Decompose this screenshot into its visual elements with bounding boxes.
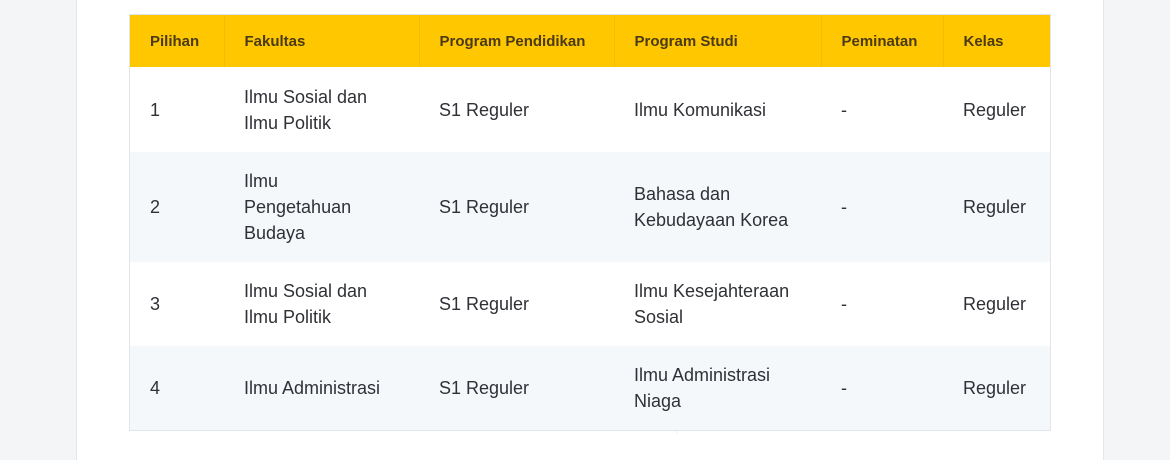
table-row: 1 Ilmu Sosial dan Ilmu Politik S1 Regule… <box>130 67 1050 152</box>
cell-program-studi: Ilmu Kesejahteraan Sosial <box>634 281 790 327</box>
header-kelas: Kelas <box>963 32 1004 50</box>
table-row: 4 Ilmu Administrasi S1 Reguler Ilmu Admi… <box>130 346 1050 430</box>
cell-pilihan: 3 <box>150 294 161 314</box>
cell-kelas: Reguler <box>963 378 1027 398</box>
cell-program-pendidikan: S1 Reguler <box>439 99 530 120</box>
cell-pilihan: 1 <box>150 99 161 120</box>
table-row: 3 Ilmu Sosial dan Ilmu Politik S1 Regule… <box>130 262 1050 346</box>
header-program-studi: Program Studi <box>614 15 822 67</box>
table-header-row: Pilihan Fakultas Program Pendidikan Prog… <box>130 15 1050 67</box>
header-fakultas: Fakultas <box>224 15 420 67</box>
cell-fakultas: Ilmu Pengetahuan Budaya <box>244 171 352 243</box>
cell-fakultas: Ilmu Sosial dan Ilmu Politik <box>244 281 368 327</box>
header-peminatan: Peminatan <box>821 15 944 67</box>
cell-peminatan: - <box>841 99 847 120</box>
cell-fakultas: Ilmu Sosial dan Ilmu Politik <box>244 86 368 133</box>
cell-program-pendidikan: S1 Reguler <box>439 294 530 314</box>
table-row: 2 Ilmu Pengetahuan Budaya S1 Reguler Bah… <box>130 152 1050 262</box>
cell-program-pendidikan: S1 Reguler <box>439 378 530 398</box>
header-program-pendidikan: Program Pendidikan <box>419 15 615 67</box>
cell-kelas: Reguler <box>963 99 1027 120</box>
study-choices-table: Pilihan Fakultas Program Pendidikan Prog… <box>129 14 1051 431</box>
cell-program-pendidikan: S1 Reguler <box>439 197 530 217</box>
cell-program-studi: Ilmu Komunikasi <box>634 99 767 120</box>
cell-pilihan: 2 <box>150 197 161 217</box>
cell-kelas: Reguler <box>963 294 1027 314</box>
cell-peminatan: - <box>841 294 847 314</box>
cell-kelas: Reguler <box>963 197 1027 217</box>
cell-pilihan: 4 <box>150 378 161 398</box>
cell-peminatan: - <box>841 378 847 398</box>
header-pilihan: Pilihan <box>130 15 225 67</box>
cell-program-studi: Bahasa dan Kebudayaan Korea <box>634 184 789 230</box>
cell-fakultas: Ilmu Administrasi <box>244 378 381 398</box>
cell-program-studi: Ilmu Administrasi Niaga <box>634 365 771 411</box>
cell-peminatan: - <box>841 197 847 217</box>
